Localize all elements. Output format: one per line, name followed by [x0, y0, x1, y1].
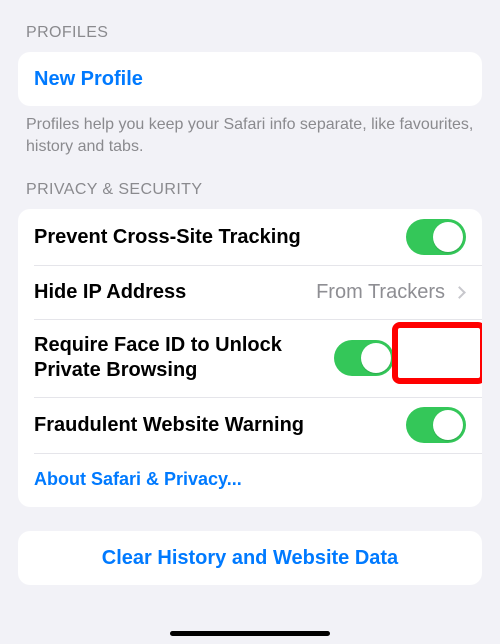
privacy-group: Prevent Cross-Site Tracking Hide IP Addr… [18, 209, 482, 507]
privacy-header: PRIVACY & SECURITY [18, 181, 482, 199]
new-profile-label: New Profile [34, 67, 466, 92]
new-profile-row[interactable]: New Profile [18, 52, 482, 106]
require-faceid-row[interactable]: Require Face ID to Unlock Private Browsi… [18, 319, 482, 397]
fraudulent-toggle[interactable] [406, 407, 466, 443]
profiles-header: PROFILES [18, 24, 482, 42]
about-safari-privacy-label: About Safari & Privacy... [34, 468, 466, 491]
clear-history-label: Clear History and Website Data [34, 546, 466, 571]
home-indicator [170, 631, 330, 636]
hide-ip-row[interactable]: Hide IP Address From Trackers [18, 265, 482, 319]
prevent-cross-site-toggle[interactable] [406, 219, 466, 255]
require-faceid-label: Require Face ID to Unlock Private Browsi… [34, 333, 334, 383]
settings-screen: PROFILES New Profile Profiles help you k… [0, 0, 500, 644]
hide-ip-value: From Trackers [316, 281, 445, 304]
hide-ip-label: Hide IP Address [34, 280, 316, 305]
require-faceid-toggle[interactable] [334, 340, 394, 376]
prevent-cross-site-row[interactable]: Prevent Cross-Site Tracking [18, 209, 482, 265]
clear-history-row[interactable]: Clear History and Website Data [18, 531, 482, 585]
clear-group: Clear History and Website Data [18, 531, 482, 585]
fraudulent-label: Fraudulent Website Warning [34, 413, 406, 438]
profiles-group: New Profile [18, 52, 482, 106]
profiles-footer: Profiles help you keep your Safari info … [18, 106, 482, 157]
chevron-right-icon [453, 286, 466, 299]
fraudulent-row[interactable]: Fraudulent Website Warning [18, 397, 482, 453]
about-safari-privacy-row[interactable]: About Safari & Privacy... [18, 453, 482, 507]
prevent-cross-site-label: Prevent Cross-Site Tracking [34, 225, 406, 250]
